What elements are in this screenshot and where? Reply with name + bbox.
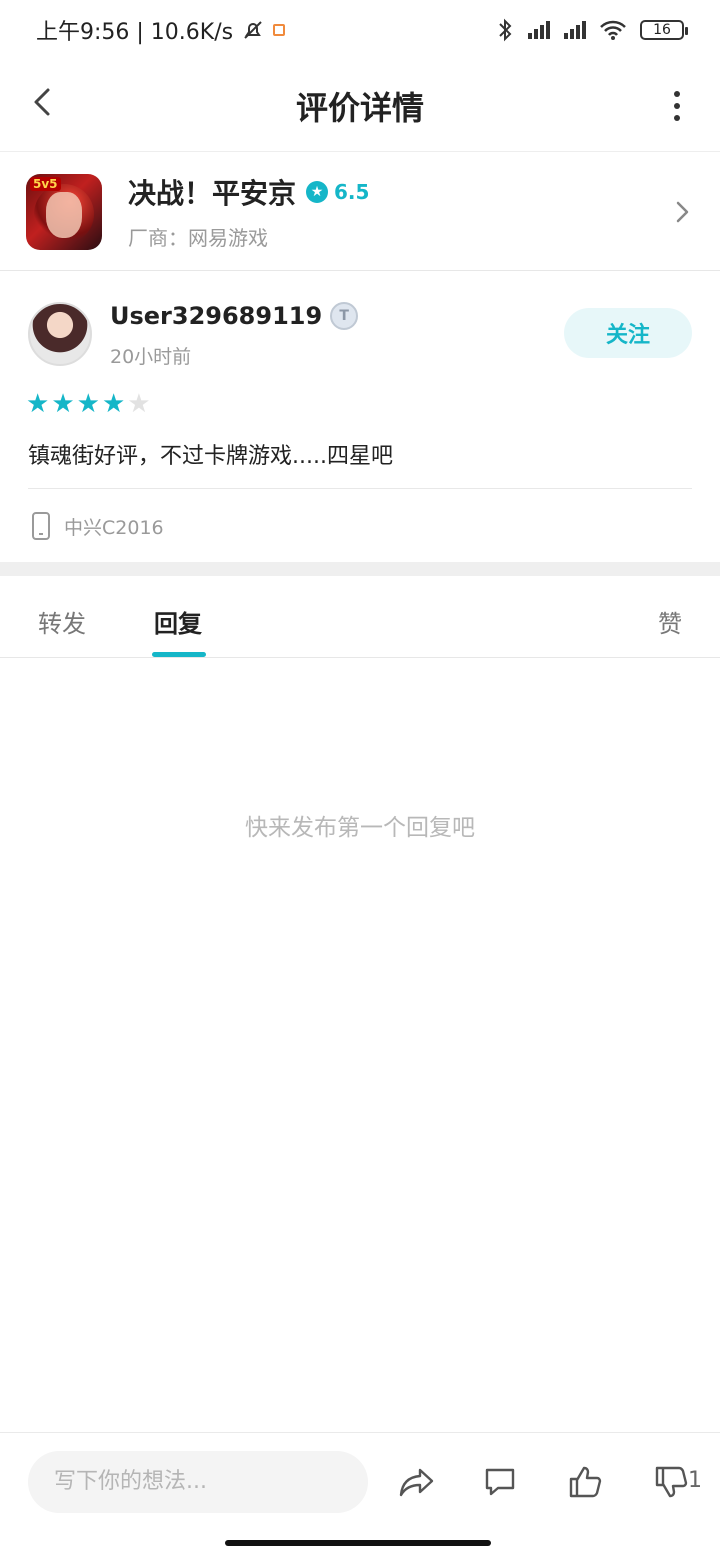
star-filled-icon: ★: [26, 389, 50, 419]
comment-icon[interactable]: [480, 1462, 520, 1502]
section-separator: [0, 562, 720, 576]
thumbs-down-icon[interactable]: [650, 1462, 690, 1502]
review-time: 20小时前: [110, 346, 192, 368]
review-section: User329689119 T 20小时前 关注 ★ ★ ★ ★ ★ 镇魂街好评，不过卡…: [0, 272, 720, 562]
battery-indicator: 16: [640, 20, 688, 40]
tab-likes[interactable]: 赞: [658, 604, 682, 639]
status-right: 16: [496, 18, 688, 42]
downvote-count: 1: [688, 1468, 702, 1493]
avatar[interactable]: [28, 302, 92, 366]
game-vendor: 厂商：网易游戏: [128, 226, 268, 250]
star-empty-icon: ★: [127, 389, 151, 419]
signal-icon: [528, 21, 550, 39]
status-left: 上午9:56 | 10.6K/s: [36, 14, 286, 46]
empty-message: 快来发布第一个回复吧: [245, 815, 475, 841]
mute-bell-icon: [244, 21, 262, 39]
phone-icon: [32, 512, 50, 540]
status-time: 上午9:56 | 10.6K/s: [36, 20, 234, 45]
game-name: 决战！平安京: [128, 177, 297, 210]
thumbs-up-icon[interactable]: [564, 1462, 604, 1502]
title-bar: 评价详情: [0, 60, 720, 152]
tab-reply[interactable]: 回复: [154, 604, 202, 639]
follow-button[interactable]: 关注: [564, 308, 692, 358]
game-rating: ★ 6.5: [306, 180, 369, 204]
share-icon[interactable]: [398, 1462, 438, 1502]
username-row: User329689119 T: [110, 302, 359, 330]
game-icon: 5v5: [26, 173, 102, 250]
divider: [28, 488, 692, 489]
more-icon[interactable]: [670, 86, 684, 126]
comment-input[interactable]: [28, 1450, 368, 1513]
game-card[interactable]: 5v5 决战！平安京 ★ 6.5 厂商：网易游戏: [0, 153, 720, 271]
game-icon-tag: 5v5: [30, 176, 61, 191]
bluetooth-icon: [499, 18, 512, 42]
back-icon[interactable]: [24, 82, 64, 122]
level-badge: T: [330, 302, 359, 330]
review-text: 镇魂街好评，不过卡牌游戏.....四星吧: [28, 444, 393, 469]
game-name-row: 决战！平安京 ★ 6.5: [128, 172, 369, 212]
wifi-icon: [600, 20, 626, 40]
device-info: 中兴C2016: [32, 512, 164, 540]
rating-value: 6.5: [334, 180, 370, 204]
tab-forward[interactable]: 转发: [38, 604, 86, 639]
star-filled-icon: ★: [101, 389, 126, 419]
home-indicator[interactable]: [225, 1540, 491, 1546]
chevron-right-icon: [676, 201, 689, 223]
tab-bar: 转发 回复 赞: [0, 576, 720, 658]
game-info: 决战！平安京 ★ 6.5 厂商：网易游戏: [128, 172, 369, 251]
device-name: 中兴C2016: [64, 516, 164, 539]
status-bar: 上午9:56 | 10.6K/s 16: [0, 0, 720, 60]
page-title: 评价详情: [295, 88, 424, 127]
star-filled-icon: ★: [76, 389, 100, 419]
username[interactable]: User329689119: [110, 302, 322, 330]
star-filled-icon: ★: [51, 389, 75, 419]
rating-star-icon: ★: [306, 181, 329, 203]
signal-icon-2: [564, 21, 586, 39]
star-rating: ★ ★ ★ ★ ★: [26, 390, 151, 418]
notification-icon: [273, 24, 286, 36]
tab-indicator: [152, 652, 206, 657]
bottom-bar: [0, 1432, 720, 1530]
